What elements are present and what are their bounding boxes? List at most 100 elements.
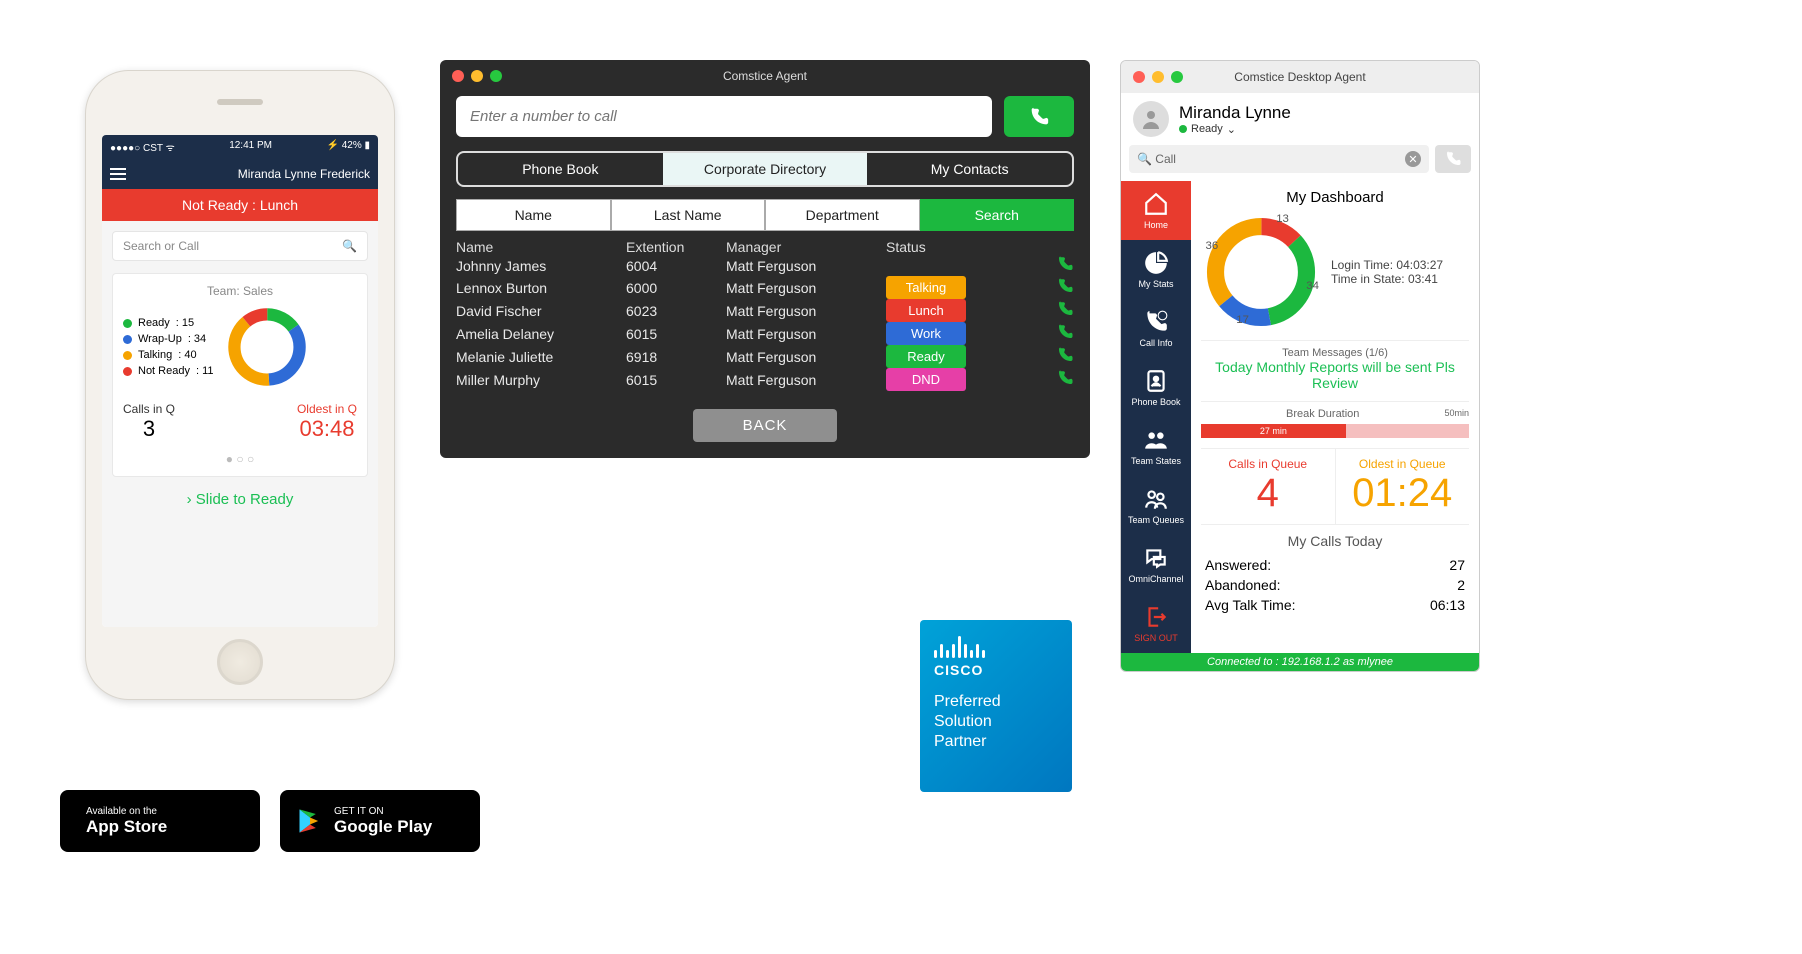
call-contact-button[interactable] (1056, 328, 1074, 344)
status-badge: Talking (886, 276, 996, 299)
status-badge: Lunch (886, 299, 996, 322)
search-button[interactable]: Search (920, 199, 1075, 231)
status-badge: DND (886, 368, 996, 391)
team-donut-chart (224, 304, 310, 390)
dial-input[interactable] (456, 96, 992, 137)
table-row: Lennox Burton6000Matt FergusonTalking (440, 276, 1090, 299)
stat-line: Answered:27 (1205, 555, 1465, 575)
status-badge: Ready (886, 345, 996, 368)
sidebar-item-call-info[interactable]: Call Info (1121, 299, 1191, 358)
call-contact-button[interactable] (1056, 374, 1074, 390)
cisco-logo-icon (934, 634, 1058, 658)
stat-line: Abandoned:2 (1205, 575, 1465, 595)
status-badge: Work (886, 322, 996, 345)
home-button[interactable] (217, 639, 263, 685)
sidebar-item-team-queues[interactable]: Team Queues (1121, 476, 1191, 535)
legend-item: Talking: 40 (123, 347, 214, 363)
dashboard: My Dashboard 13341736 Login Time: 04:03:… (1191, 181, 1479, 653)
search-icon: 🔍 (1137, 152, 1152, 166)
legend-item: Wrap-Up: 34 (123, 331, 214, 347)
legend-dot-icon (123, 319, 132, 328)
google-play-badge[interactable]: GET IT ON Google Play (280, 790, 480, 852)
table-header: Name Extention Manager Status (440, 239, 1090, 255)
svg-text:36: 36 (1206, 240, 1219, 252)
tab-corporate-directory[interactable]: Corporate Directory (663, 153, 868, 185)
filter-bar: Name Last Name Department Search (456, 199, 1074, 231)
svg-text:13: 13 (1276, 213, 1289, 225)
user-name: Miranda Lynne (1179, 103, 1291, 123)
slide-to-ready[interactable]: › Slide to Ready (112, 491, 368, 508)
table-row: David Fischer6023Matt FergusonLunch (440, 299, 1090, 322)
calls-in-queue-value: 4 (1201, 471, 1335, 516)
chevron-down-icon: ⌄ (1227, 123, 1236, 136)
stat-line: Avg Talk Time:06:13 (1205, 595, 1465, 615)
legend-item: Not Ready: 11 (123, 363, 214, 379)
titlebar: Comstice Agent (440, 60, 1090, 92)
cisco-partner-badge: CISCO Preferred Solution Partner (920, 620, 1072, 792)
search-placeholder: Search or Call (123, 239, 199, 253)
my-calls-today: My Calls Today Answered:27Abandoned:2Avg… (1201, 525, 1469, 623)
user-header: Miranda Lynne Ready ⌄ (1121, 93, 1479, 145)
directory-tabs: Phone Book Corporate Directory My Contac… (456, 151, 1074, 187)
avatar (1133, 101, 1169, 137)
call-button[interactable] (1004, 96, 1074, 137)
sidebar-item-team-states[interactable]: Team States (1121, 417, 1191, 476)
call-contact-button[interactable] (1056, 260, 1074, 276)
break-duration: 50min Break Duration 27 min (1201, 402, 1469, 449)
calls-in-queue-label: Calls in Queue (1201, 457, 1335, 471)
team-title: Team: Sales (123, 284, 357, 298)
tab-my-contacts[interactable]: My Contacts (867, 153, 1072, 185)
status-dot-icon (1179, 125, 1187, 133)
user-status[interactable]: Ready ⌄ (1179, 123, 1291, 136)
sidebar-item-sign-out[interactable]: SIGN OUT (1121, 594, 1191, 653)
clear-icon[interactable]: ✕ (1405, 151, 1421, 167)
sidebar-item-my-stats[interactable]: My Stats (1121, 240, 1191, 299)
legend-dot-icon (123, 351, 132, 360)
ios-statusbar: ●●●●○ CST ᯤ 12:41 PM ⚡ 42% ▮ (102, 135, 378, 159)
statusbar-center: 12:41 PM (229, 140, 272, 154)
call-contact-button[interactable] (1056, 351, 1074, 367)
window-title: Comstice Desktop Agent (1121, 70, 1479, 84)
sidebar-item-home[interactable]: Home (1121, 181, 1191, 240)
tab-phone-book[interactable]: Phone Book (458, 153, 663, 185)
sidebar-item-omnichannel[interactable]: OmniChannel (1121, 535, 1191, 594)
window-title: Comstice Agent (440, 69, 1090, 83)
call-button[interactable] (1435, 145, 1471, 173)
hamburger-icon[interactable] (110, 165, 126, 183)
chevron-right-icon: › (187, 491, 192, 508)
iphone-mockup: ●●●●○ CST ᯤ 12:41 PM ⚡ 42% ▮ Miranda Lyn… (85, 70, 395, 700)
back-button[interactable]: BACK (693, 409, 838, 442)
status-band: Not Ready : Lunch (102, 189, 378, 221)
table-row: Johnny James6004Matt Ferguson (440, 255, 1090, 276)
table-row: Melanie Juliette6918Matt FergusonReady (440, 345, 1090, 368)
statusbar-right: ⚡ 42% ▮ (326, 140, 370, 154)
filter-department[interactable]: Department (765, 199, 920, 231)
appbar: Miranda Lynne Frederick (102, 159, 378, 189)
legend-dot-icon (123, 367, 132, 376)
calls-in-q-label: Calls in Q (123, 402, 175, 416)
svg-text:17: 17 (1236, 314, 1249, 326)
break-progress: 27 min (1201, 424, 1346, 438)
phone-screen: ●●●●○ CST ᯤ 12:41 PM ⚡ 42% ▮ Miranda Lyn… (102, 135, 378, 627)
legend-dot-icon (123, 335, 132, 344)
page-indicator: ● ○ ○ (123, 452, 357, 466)
app-store-badge[interactable]: Available on the App Store (60, 790, 260, 852)
call-contact-button[interactable] (1056, 282, 1074, 298)
filter-last-name[interactable]: Last Name (611, 199, 766, 231)
filter-name[interactable]: Name (456, 199, 611, 231)
phone-icon (1444, 150, 1462, 168)
call-contact-button[interactable] (1056, 305, 1074, 321)
desktop-agent-window: Comstice Desktop Agent Miranda Lynne Rea… (1120, 60, 1480, 672)
connection-status: Connected to : 192.168.1.2 as mlynee (1121, 653, 1479, 671)
table-row: Miller Murphy6015Matt FergusonDND (440, 368, 1090, 391)
oldest-in-q-label: Oldest in Q (297, 402, 357, 416)
store-badges: Available on the App Store GET IT ON Goo… (60, 790, 480, 852)
agent-window: Comstice Agent Phone Book Corporate Dire… (440, 60, 1090, 458)
appbar-username: Miranda Lynne Frederick (238, 167, 370, 181)
svg-text:34: 34 (1306, 280, 1319, 292)
phone-icon (1028, 106, 1050, 128)
calls-in-q-value: 3 (123, 416, 175, 442)
search-input[interactable]: Search or Call 🔍 (112, 231, 368, 261)
sidebar-item-phone-book[interactable]: Phone Book (1121, 358, 1191, 417)
search-input[interactable]: 🔍 Call ✕ (1129, 145, 1429, 173)
